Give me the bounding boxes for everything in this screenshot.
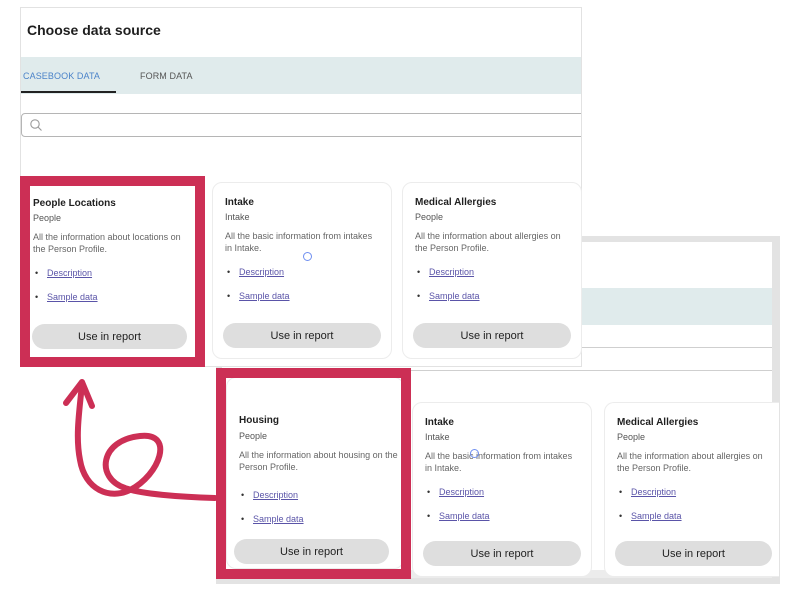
sample-data-link[interactable]: Sample data	[439, 511, 490, 521]
tab-bar: CASEBOOK DATA FORM DATA	[20, 57, 581, 94]
description-link[interactable]: Description	[631, 487, 676, 497]
data-source-card-intake: Intake Intake All the basic information …	[212, 182, 392, 359]
sample-data-link[interactable]: Sample data	[631, 511, 682, 521]
list-item: Sample data	[225, 291, 290, 315]
active-tab-indicator	[20, 91, 116, 93]
card-description: All the information about allergies on t…	[415, 231, 561, 253]
data-source-card-intake: Intake Intake All the basic information …	[412, 402, 592, 577]
card-category: People	[415, 212, 444, 222]
list-item: Description	[225, 267, 290, 291]
search-icon	[30, 119, 42, 131]
list-item: Description	[239, 490, 304, 514]
search-input[interactable]	[48, 116, 580, 136]
list-item: Sample data	[33, 292, 98, 316]
description-link[interactable]: Description	[439, 487, 484, 497]
list-item: Description	[425, 487, 490, 511]
use-in-report-button[interactable]: Use in report	[234, 539, 389, 564]
data-source-card-medical-allergies: Medical Allergies People All the informa…	[604, 402, 779, 577]
tab-form-data[interactable]: FORM DATA	[140, 71, 193, 81]
card-category: People	[33, 213, 62, 223]
card-category: Intake	[425, 432, 450, 442]
card-description: All the information about housing on the…	[239, 450, 398, 472]
description-link[interactable]: Description	[429, 267, 474, 277]
data-source-card-housing: Housing People All the information about…	[226, 377, 404, 569]
list-item: Sample data	[617, 511, 682, 535]
card-description: All the information about allergies on t…	[617, 451, 763, 473]
search-field[interactable]	[21, 113, 581, 137]
use-in-report-button[interactable]: Use in report	[615, 541, 772, 566]
list-item: Description	[33, 268, 98, 292]
description-link[interactable]: Description	[47, 268, 92, 278]
data-source-card-medical-allergies: Medical Allergies People All the informa…	[402, 182, 582, 359]
dialog-edge	[20, 7, 21, 367]
card-title: Housing	[239, 415, 279, 426]
use-in-report-button[interactable]: Use in report	[32, 324, 187, 349]
tab-casebook-data[interactable]: CASEBOOK DATA	[23, 71, 100, 81]
use-in-report-button[interactable]: Use in report	[223, 323, 381, 348]
list-item: Sample data	[415, 291, 480, 315]
sample-data-link[interactable]: Sample data	[47, 292, 98, 302]
card-category: People	[239, 431, 268, 441]
card-category: People	[617, 432, 646, 442]
use-in-report-button[interactable]: Use in report	[423, 541, 581, 566]
list-item: Description	[617, 487, 682, 511]
card-title: Intake	[225, 197, 254, 208]
sample-data-link[interactable]: Sample data	[239, 291, 290, 301]
description-link[interactable]: Description	[253, 490, 298, 500]
card-title: Medical Allergies	[415, 197, 497, 208]
card-title: Medical Allergies	[617, 417, 699, 428]
card-description: All the basic information from intakes i…	[225, 231, 373, 253]
cursor-indicator-icon	[470, 449, 479, 458]
dialog-title: Choose data source	[27, 22, 161, 38]
card-category: Intake	[225, 212, 250, 222]
sample-data-link[interactable]: Sample data	[253, 514, 304, 524]
use-in-report-button[interactable]: Use in report	[413, 323, 571, 348]
list-item: Description	[415, 267, 480, 291]
list-item: Sample data	[425, 511, 490, 535]
card-description: All the basic information from intakes i…	[425, 451, 573, 473]
list-item: Sample data	[239, 514, 304, 538]
description-link[interactable]: Description	[239, 267, 284, 277]
card-title: Intake	[425, 417, 454, 428]
cursor-indicator-icon	[303, 252, 312, 261]
data-source-card-people-locations: People Locations People All the informat…	[22, 184, 197, 359]
sample-data-link[interactable]: Sample data	[429, 291, 480, 301]
secondary-divider	[222, 370, 772, 371]
card-description: All the information about locations on t…	[33, 232, 181, 254]
card-title: People Locations	[33, 198, 116, 209]
